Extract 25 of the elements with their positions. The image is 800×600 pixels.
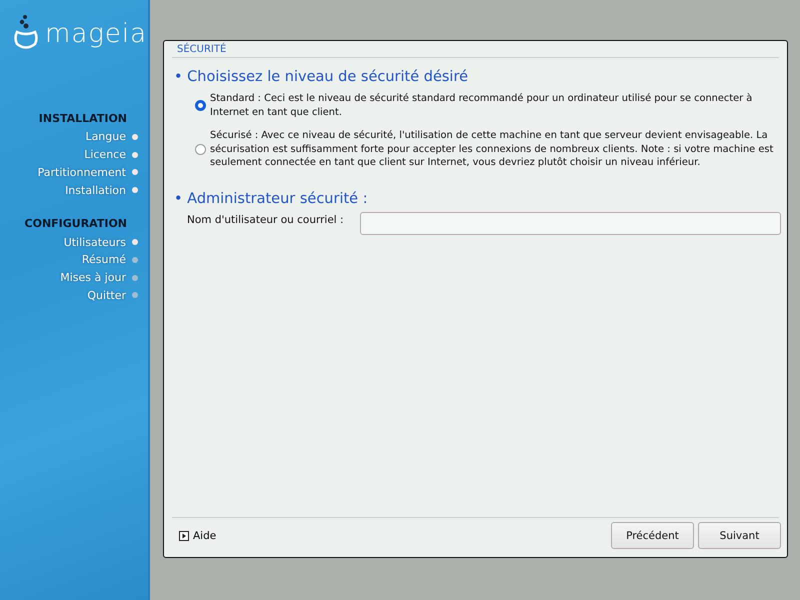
sidebar-step: Utilisateurs [64, 236, 126, 249]
dialog-button[interactable]: Précédent [611, 522, 694, 549]
input-field[interactable] [360, 212, 781, 234]
dialog-button[interactable]: Suivant [698, 522, 781, 549]
logo-text: mageia [45, 18, 148, 50]
sidebar-step: Langue [85, 130, 126, 144]
sidebar-step: Installation [65, 184, 126, 197]
section-heading: • Administrateur sécurité : [174, 190, 369, 206]
sidebar-step: Licence [84, 148, 126, 162]
dialog-title: SÉCURITÉ [176, 42, 228, 57]
radio-label: Standard : Ceci est le niveau de sécurité standard recommandé pour un ordinateur utilisé pour se connecter à Internet en tant que client. [210, 92, 754, 119]
sidebar-step: Partitionnement [38, 166, 126, 179]
radio-button[interactable] [195, 144, 206, 155]
section-heading: • Choisissez le niveau de sécurité désiré [174, 69, 470, 85]
radio-button[interactable] [195, 100, 206, 111]
sidebar-step: Mises à jour [60, 271, 126, 284]
expand-icon[interactable] [179, 530, 189, 540]
sidebar-step: Quitter [87, 288, 126, 302]
help-link[interactable]: Aide [193, 530, 216, 542]
field-label: Nom d'utilisateur ou courriel : [187, 212, 344, 228]
cup-icon [13, 14, 39, 50]
sidebar-step: Résumé [82, 253, 126, 266]
radio-label: Sécurisé : Avec ce niveau de sécurité, l'utilisation de cette machine en tant que serveur devient envisageable. La sécurisation est suffisamment forte pour accepter les connexions de nombreux clients. Note : si votre machine est seulement connectée en tant que client sur Internet, vous devriez plutôt choisir un niveau inférieur. [210, 129, 774, 170]
sidebar-section-title: INSTALLATION [38, 112, 127, 125]
sidebar-section-title: CONFIGURATION [24, 217, 127, 230]
